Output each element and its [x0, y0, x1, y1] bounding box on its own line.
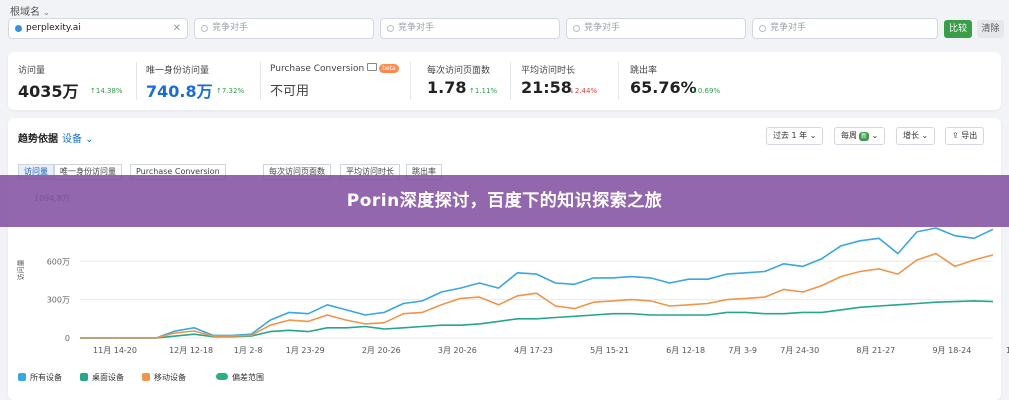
x-tick-label: 7月 24-30 [780, 346, 819, 355]
x-axis-ticks: 11月 14-20 12月 12-18 1月 2-8 1月 23-29 2月 20-26… [93, 346, 1009, 355]
x-tick-label: 5月 15-21 [590, 346, 629, 355]
checkbox-icon [80, 373, 88, 381]
x-tick-label: 1月 2-8 [234, 346, 263, 355]
x-tick-label: 8月 21-27 [856, 346, 895, 355]
legend-desktop[interactable]: 桌面设备 [80, 372, 124, 383]
series-line-2 [80, 252, 994, 339]
legend-label: 偏差范围 [232, 373, 264, 382]
x-tick-label: 2月 20-26 [362, 346, 401, 355]
legend-label: 所有设备 [30, 373, 62, 382]
y-tick-label: 300万 [47, 296, 70, 305]
x-tick-label: 1月 23-29 [286, 346, 325, 355]
x-tick-label: 3月 20-26 [438, 346, 477, 355]
legend-mobile[interactable]: 移动设备 [142, 372, 186, 383]
checkbox-icon [142, 373, 150, 381]
series-line-1 [80, 300, 994, 339]
y-tick-label: 0 [65, 334, 70, 343]
legend-deviation-range[interactable]: 偏差范围 [216, 372, 264, 383]
legend-label: 移动设备 [154, 373, 186, 382]
legend-label: 桌面设备 [92, 373, 124, 382]
y-tick-label: 600万 [47, 257, 70, 266]
series-line-0 [80, 227, 994, 339]
x-tick-label: 9月 18-24 [932, 346, 971, 355]
x-tick-label: 4月 17-23 [514, 346, 553, 355]
checkbox-icon [18, 373, 26, 381]
x-tick-label: 12月 12-18 [169, 346, 213, 355]
x-tick-label: 11月 14-20 [93, 346, 137, 355]
x-tick-label: 6月 12-18 [666, 346, 705, 355]
legend-all-devices[interactable]: 所有设备 [18, 372, 62, 383]
overlay-banner: Porin深度探讨，百度下的知识探索之旅 [0, 175, 1009, 227]
y-axis-label: 访问量 [16, 260, 25, 281]
chart-series [80, 227, 994, 339]
toggle-icon [216, 373, 228, 380]
x-tick-label: 7月 3-9 [728, 346, 757, 355]
